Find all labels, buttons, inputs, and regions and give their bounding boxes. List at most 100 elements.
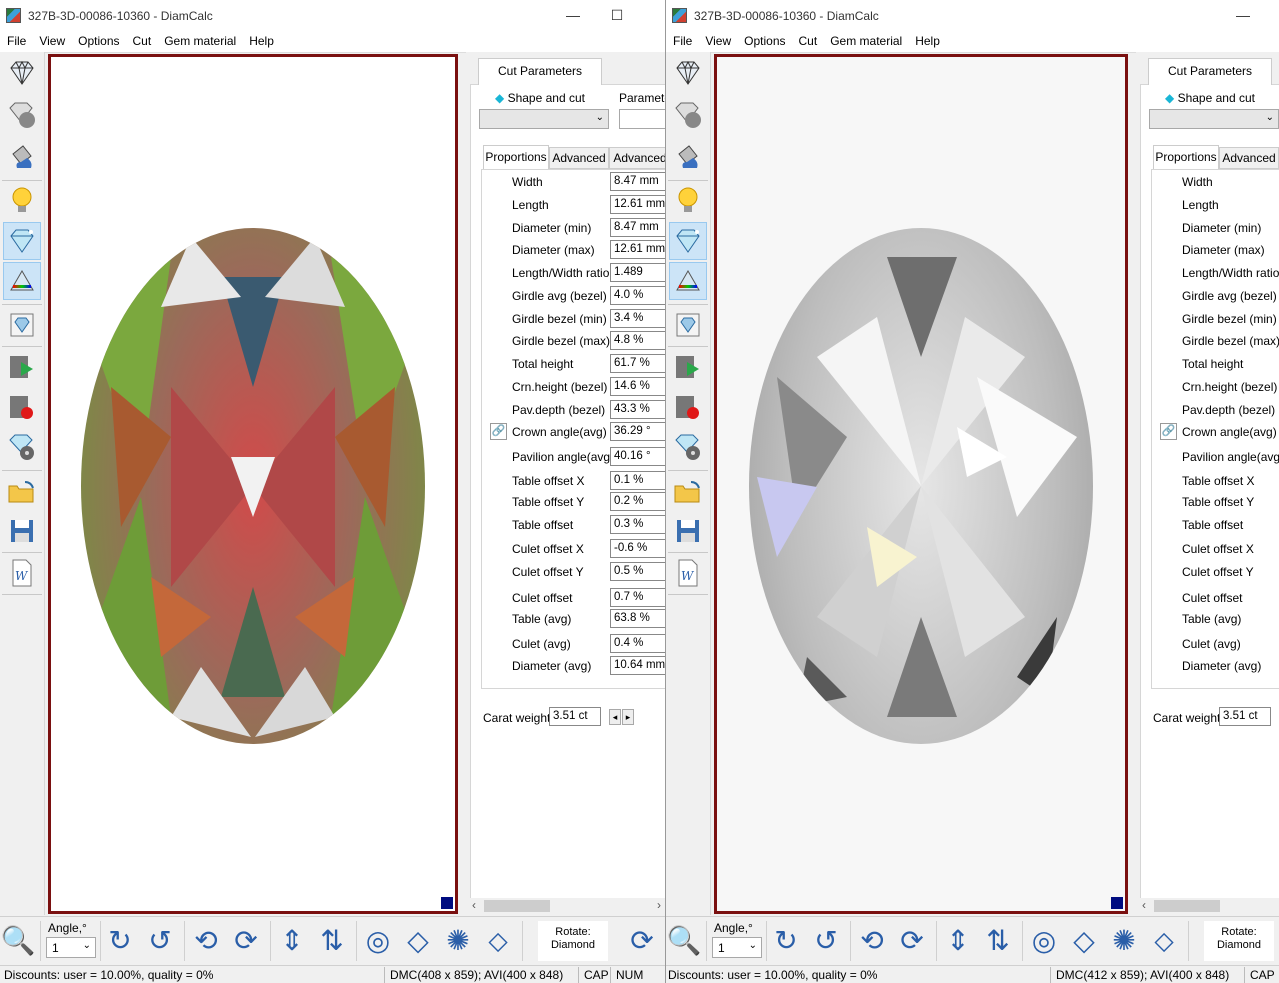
menu-gem-material[interactable]: Gem material xyxy=(823,30,908,49)
rotate-target-box[interactable]: Rotate: Diamond xyxy=(538,921,608,961)
flip-vertical-axis-right-icon[interactable]: ⟳ xyxy=(894,923,930,959)
proportion-value-field[interactable]: 0.2 % xyxy=(610,492,665,511)
flip-horizontal-axis-down-icon[interactable]: ⇕ xyxy=(940,923,976,959)
maximize-button[interactable]: ☐ xyxy=(602,4,632,26)
light-bulb-icon[interactable] xyxy=(3,182,41,220)
parameters-select[interactable] xyxy=(619,109,665,129)
angle-select[interactable]: 1 ⌄ xyxy=(46,937,96,958)
view-top-icon[interactable]: ◎ xyxy=(1026,923,1062,959)
menu-view[interactable]: View xyxy=(32,30,71,49)
menu-view[interactable]: View xyxy=(698,30,737,49)
tab-advanced[interactable]: Advanced xyxy=(549,147,609,169)
menu-file[interactable]: File xyxy=(0,30,32,49)
proportion-value-field[interactable]: 40.16 ° xyxy=(610,447,665,466)
diamond-film-reel-icon[interactable] xyxy=(669,428,707,466)
paint-bucket-icon[interactable] xyxy=(3,138,41,176)
video-play-icon[interactable] xyxy=(3,348,41,386)
proportion-value-field[interactable]: 4.8 % xyxy=(610,331,665,350)
word-document-icon[interactable]: W xyxy=(669,554,707,592)
scroll-left-arrow-icon[interactable]: ‹ xyxy=(1142,898,1146,912)
menu-cut[interactable]: Cut xyxy=(792,30,824,49)
flip-vertical-axis-left-icon[interactable]: ⟲ xyxy=(188,923,224,959)
carat-increase-button[interactable]: ▸ xyxy=(622,709,634,725)
proportion-value-field[interactable]: 0.4 % xyxy=(610,634,665,653)
view-bottom-icon[interactable]: ✺ xyxy=(1106,923,1142,959)
flip-vertical-axis-right-icon[interactable]: ⟳ xyxy=(228,923,264,959)
proportion-value-field[interactable]: 0.5 % xyxy=(610,562,665,581)
proportion-value-field[interactable]: 36.29 ° xyxy=(610,422,665,441)
carat-weight-field[interactable]: 3.51 ct xyxy=(549,707,601,726)
proportion-value-field[interactable]: 63.8 % xyxy=(610,609,665,628)
rotate-cw-icon[interactable]: ↻ xyxy=(768,923,804,959)
proportion-value-field[interactable]: 8.47 mm xyxy=(610,218,665,237)
open-folder-icon[interactable] xyxy=(3,472,41,510)
tab-cut-parameters[interactable]: Cut Parameters xyxy=(478,58,602,85)
view-bottom-icon[interactable]: ✺ xyxy=(440,923,476,959)
save-floppy-icon[interactable] xyxy=(3,512,41,550)
rotate-ccw-icon[interactable]: ↺ xyxy=(142,923,178,959)
word-document-icon[interactable]: W xyxy=(3,554,41,592)
minimize-button[interactable]: — xyxy=(558,4,588,26)
zoom-magnifier-icon[interactable]: 🔍 xyxy=(0,923,36,959)
scrollbar-thumb[interactable] xyxy=(1154,900,1220,912)
zoom-magnifier-icon[interactable]: 🔍 xyxy=(666,923,702,959)
carat-decrease-button[interactable]: ◂ xyxy=(609,709,621,725)
menu-help[interactable]: Help xyxy=(908,30,946,49)
tab-advanced[interactable]: Advanced xyxy=(1219,147,1279,169)
gem-viewport[interactable] xyxy=(714,54,1128,914)
spectrum-prism-icon[interactable] xyxy=(669,262,707,300)
menu-cut[interactable]: Cut xyxy=(126,30,158,49)
lock-link-icon[interactable]: 🔗 xyxy=(490,423,507,440)
person-rotate-icon[interactable]: ⟳ xyxy=(624,923,660,959)
view-pavilion-icon[interactable]: ⬦ xyxy=(1146,923,1182,959)
menu-file[interactable]: File xyxy=(666,30,698,49)
tab-proportions[interactable]: Proportions xyxy=(1153,145,1219,169)
proportion-value-field[interactable]: 61.7 % xyxy=(610,354,665,373)
proportion-value-field[interactable]: 0.1 % xyxy=(610,471,665,490)
proportion-value-field[interactable]: 10.64 mm xyxy=(610,656,665,675)
diamond-sphere-icon[interactable] xyxy=(3,96,41,134)
paint-bucket-icon[interactable] xyxy=(669,138,707,176)
menu-options[interactable]: Options xyxy=(737,30,791,49)
spectrum-prism-icon[interactable] xyxy=(3,262,41,300)
view-pavilion-icon[interactable]: ⬦ xyxy=(480,923,516,959)
menu-options[interactable]: Options xyxy=(71,30,125,49)
diamond-picture-icon[interactable] xyxy=(669,306,707,344)
scrollbar-thumb[interactable] xyxy=(484,900,550,912)
carat-weight-field[interactable]: 3.51 ct xyxy=(1219,707,1271,726)
video-record-icon[interactable] xyxy=(3,388,41,426)
proportion-value-field[interactable]: 4.0 % xyxy=(610,286,665,305)
proportion-value-field[interactable]: 1.489 xyxy=(610,263,665,282)
diamond-sphere-icon[interactable] xyxy=(669,96,707,134)
proportion-value-field[interactable]: 14.6 % xyxy=(610,377,665,396)
flip-horizontal-axis-down-icon[interactable]: ⇕ xyxy=(274,923,310,959)
video-play-icon[interactable] xyxy=(669,348,707,386)
tab-cut-parameters[interactable]: Cut Parameters xyxy=(1148,58,1272,85)
lock-link-icon[interactable]: 🔗 xyxy=(1160,423,1177,440)
scroll-left-arrow-icon[interactable]: ‹ xyxy=(472,898,476,912)
minimize-button[interactable]: — xyxy=(1228,4,1258,26)
save-floppy-icon[interactable] xyxy=(669,512,707,550)
proportion-value-field[interactable]: 43.3 % xyxy=(610,400,665,419)
diamond-wireframe-icon[interactable] xyxy=(669,54,707,92)
view-side-icon[interactable]: ◇ xyxy=(400,923,436,959)
angle-select[interactable]: 1 ⌄ xyxy=(712,937,762,958)
shape-and-cut-select[interactable]: ⌄ xyxy=(1149,109,1279,129)
view-side-icon[interactable]: ◇ xyxy=(1066,923,1102,959)
flip-vertical-axis-left-icon[interactable]: ⟲ xyxy=(854,923,890,959)
menu-help[interactable]: Help xyxy=(242,30,280,49)
flip-horizontal-axis-up-icon[interactable]: ⇅ xyxy=(314,923,350,959)
proportion-value-field[interactable]: 8.47 mm xyxy=(610,172,665,191)
proportion-value-field[interactable]: 12.61 mm xyxy=(610,240,665,259)
scroll-right-arrow-icon[interactable]: › xyxy=(657,898,661,912)
light-bulb-icon[interactable] xyxy=(669,182,707,220)
panel-horizontal-scrollbar[interactable]: ‹ xyxy=(1136,898,1279,914)
panel-horizontal-scrollbar[interactable]: ‹ › xyxy=(466,898,665,914)
proportion-value-field[interactable]: 0.3 % xyxy=(610,515,665,534)
open-folder-icon[interactable] xyxy=(669,472,707,510)
proportion-value-field[interactable]: 0.7 % xyxy=(610,588,665,607)
view-top-icon[interactable]: ◎ xyxy=(360,923,396,959)
rotate-ccw-icon[interactable]: ↺ xyxy=(808,923,844,959)
rotate-cw-icon[interactable]: ↻ xyxy=(102,923,138,959)
proportion-value-field[interactable]: -0.6 % xyxy=(610,539,665,558)
